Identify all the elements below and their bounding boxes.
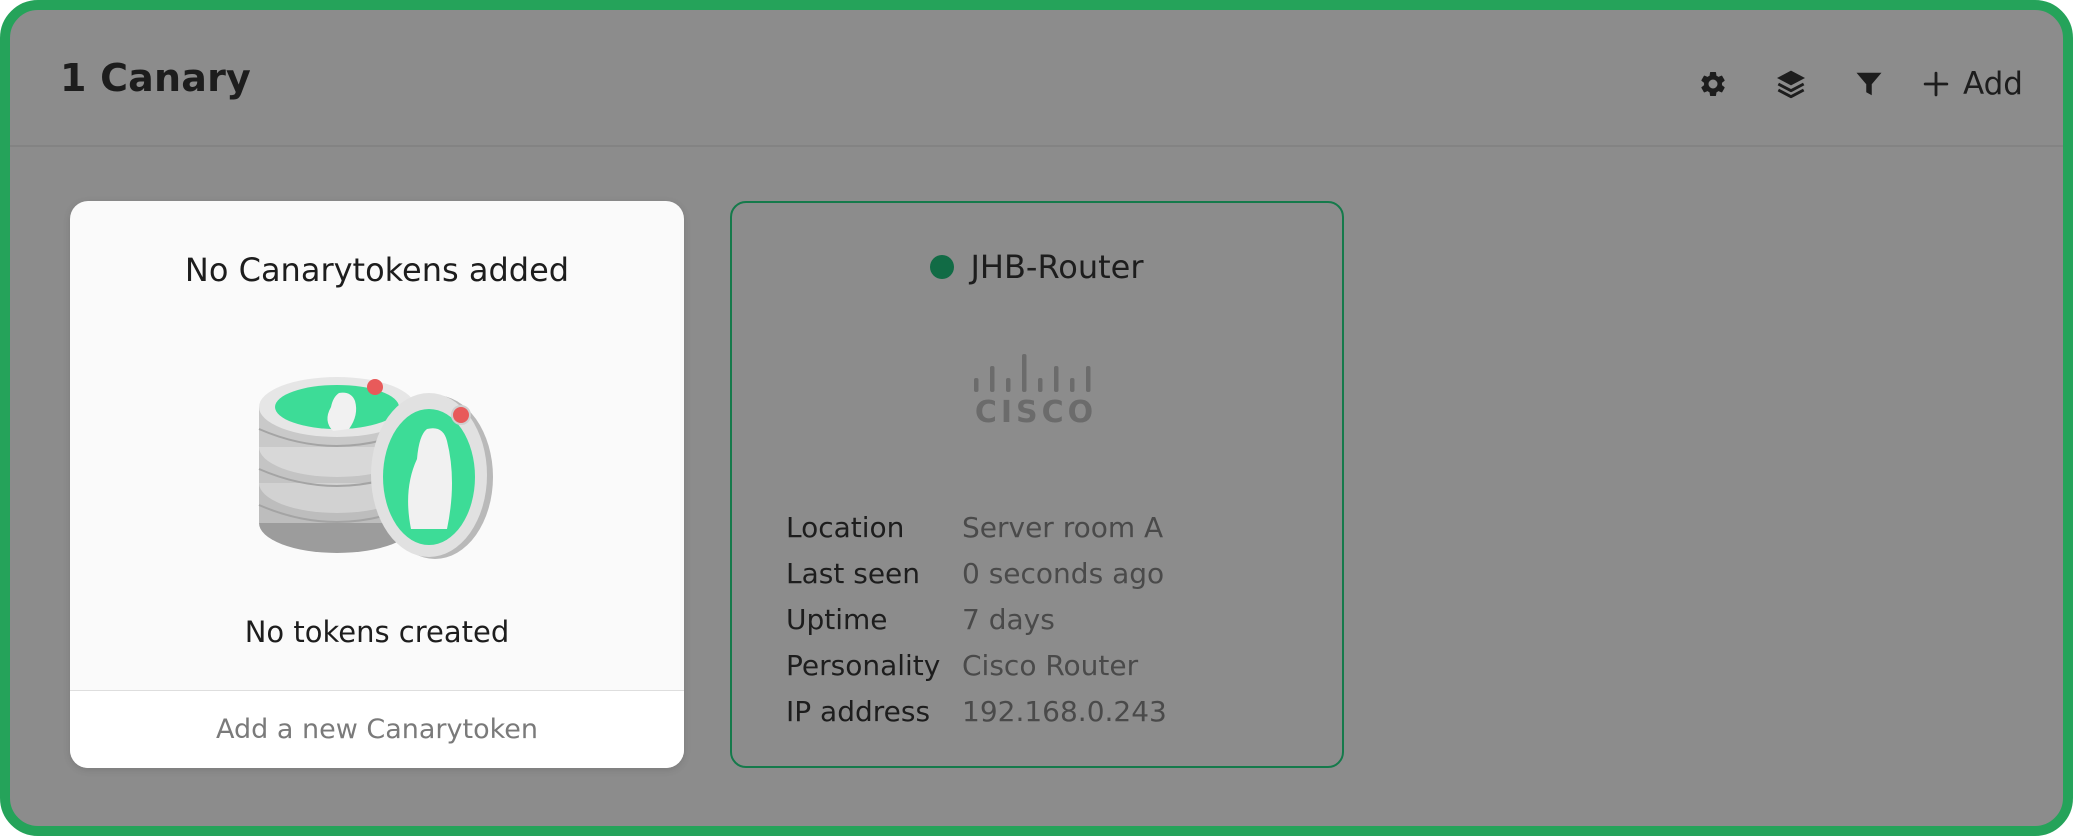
page-title: 1 Canary [60, 56, 252, 100]
page-header: 1 Canary Add [10, 10, 2063, 147]
detail-row-personality: Personality Cisco Router [786, 643, 1167, 689]
add-button[interactable]: Add [1923, 66, 2023, 102]
canarytokens-subtitle: No tokens created [244, 615, 510, 649]
detail-value: Server room A [962, 511, 1164, 544]
filter-icon [1856, 72, 1882, 96]
groups-button[interactable] [1771, 64, 1811, 104]
detail-row-uptime: Uptime 7 days [786, 597, 1167, 643]
add-button-label: Add [1962, 66, 2023, 102]
detail-value: 192.168.0.243 [962, 695, 1167, 728]
detail-key: Location [786, 511, 905, 544]
detail-key: Uptime [786, 603, 888, 636]
device-details: Location Server room A Last seen 0 secon… [786, 505, 1167, 735]
canarytoken-coins-illustration [258, 377, 493, 559]
status-online-indicator [930, 255, 955, 279]
app-frame: 1 Canary Add No Canarytokens added No to… [0, 0, 2073, 836]
cisco-logo: CISCO [974, 354, 1097, 428]
detail-value: 0 seconds ago [962, 557, 1165, 590]
detail-value: Cisco Router [962, 649, 1139, 682]
detail-row-location: Location Server room A [786, 505, 1167, 551]
filter-button[interactable] [1849, 64, 1889, 104]
detail-value: 7 days [962, 603, 1055, 636]
detail-row-ip-address: IP address 192.168.0.243 [786, 689, 1167, 735]
gear-icon [1701, 71, 1725, 96]
cisco-logo-text: CISCO [975, 395, 1097, 428]
settings-button[interactable] [1693, 64, 1733, 104]
device-name: JHB-Router [970, 248, 1144, 286]
detail-key: Personality [786, 649, 941, 682]
device-title: JHB-Router [732, 248, 1342, 286]
add-canarytoken-link[interactable]: Add a new Canarytoken [70, 690, 684, 768]
detail-key: IP address [786, 695, 931, 728]
detail-row-last-seen: Last seen 0 seconds ago [786, 551, 1167, 597]
detail-key: Last seen [786, 557, 921, 590]
canarytokens-title: No Canarytokens added [184, 251, 570, 289]
canarytokens-card: No Canarytokens added No tokens created … [70, 201, 684, 768]
layers-icon [1776, 70, 1805, 99]
toolbar: Add [1655, 64, 2023, 104]
plus-icon [1923, 71, 1949, 97]
device-card[interactable]: JHB-Router CISCO Location Server room A … [730, 201, 1344, 768]
